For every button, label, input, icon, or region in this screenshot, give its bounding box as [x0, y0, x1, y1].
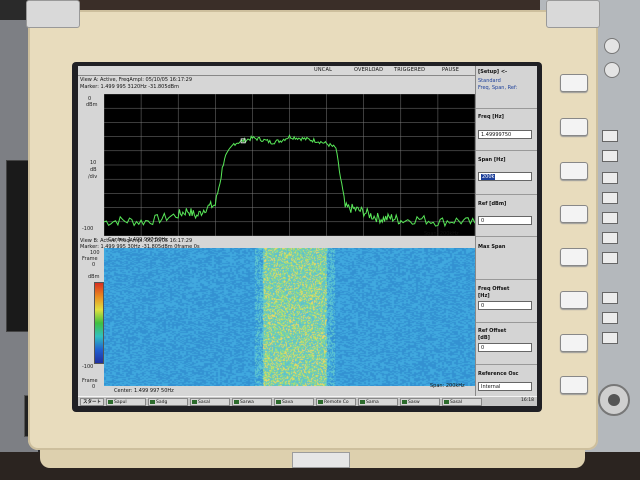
panel-button[interactable]	[602, 312, 618, 324]
taskbar-item-7[interactable]: Sama	[358, 398, 398, 406]
spectro-label-0-bottom: 0	[92, 384, 96, 390]
softkey-1[interactable]	[560, 74, 588, 92]
color-scale-bar	[94, 282, 104, 364]
freq-label: Freq [Hz]	[478, 114, 504, 120]
spectrogram-canvas	[104, 248, 475, 386]
panel-knob-2[interactable]	[604, 62, 620, 78]
spectro-label-dbm: dBm	[88, 274, 100, 280]
softkey-3[interactable]	[560, 162, 588, 180]
setup-subtitle: Freq, Span, Ref:	[478, 85, 518, 91]
taskbar-item-1[interactable]: Sapul	[106, 398, 146, 406]
softkey-5[interactable]	[560, 248, 588, 266]
view-b-span: Span: 200kHz	[430, 383, 465, 389]
view-a-span: Span: 200kHz	[424, 231, 459, 237]
panel-button[interactable]	[602, 150, 618, 162]
softkey-4[interactable]	[560, 205, 588, 223]
status-uncal: UNCAL	[314, 67, 333, 73]
span-label: Span [Hz]	[478, 157, 506, 163]
spectro-label-frame: Frame	[82, 256, 98, 262]
ref-label: Ref [dBm]	[478, 201, 507, 207]
setup-standard: Standard	[478, 78, 501, 84]
analyzer-screen: UNCAL OVERLOAD TRIGGERED PAUSE View A: A…	[78, 66, 537, 406]
panel-button[interactable]	[602, 252, 618, 264]
spectrum-svg	[104, 94, 475, 236]
ref-input[interactable]: 0	[478, 216, 532, 225]
panel-divider	[476, 279, 537, 280]
taskbar: スタート Sapul Sadg Sasal Sarwa Sava Remote …	[78, 396, 537, 406]
photo-stage: UNCAL OVERLOAD TRIGGERED PAUSE View A: A…	[0, 0, 640, 480]
taskbar-item-6[interactable]: Remote Co	[316, 398, 356, 406]
panel-divider	[476, 236, 537, 237]
span-input-value: 200k	[481, 174, 496, 180]
view-a-title: View A: Active, FreqAmpl: 05/10/05 16:17…	[80, 77, 193, 83]
bezel-latch-left	[26, 0, 80, 28]
status-triggered: TRIGGERED	[394, 67, 426, 73]
panel-divider	[476, 364, 537, 365]
spectro-label-0: 0	[92, 262, 96, 268]
spectrum-grid	[104, 94, 475, 236]
max-span-button[interactable]: Max Span	[478, 244, 505, 250]
taskbar-item-9[interactable]: Sasal	[442, 398, 482, 406]
view-b-center: Center: 1.499 997 50Hz	[114, 388, 174, 394]
ref-offset-input[interactable]: 0	[478, 343, 532, 352]
panel-button[interactable]	[602, 232, 618, 244]
spectro-label-neg100: -100	[82, 364, 94, 370]
panel-divider	[476, 108, 537, 109]
taskbar-item-3[interactable]: Sasal	[190, 398, 230, 406]
freq-input[interactable]: 1.49999750	[478, 130, 532, 139]
panel-divider	[476, 194, 537, 195]
setup-header[interactable]: [Setup] <-	[478, 69, 507, 75]
spectrogram-display[interactable]	[104, 248, 475, 386]
taskbar-clock: 16:18	[521, 398, 534, 403]
spectro-label-frame-bottom: Frame	[82, 378, 98, 384]
ref-osc-select[interactable]: Internal	[478, 382, 532, 391]
panel-button[interactable]	[602, 292, 618, 304]
view-a-marker: Marker: 1.499 995 3120Hz -31.805dBm	[80, 84, 179, 90]
rf-input-connector[interactable]	[598, 384, 630, 416]
spectrum-plot[interactable]	[104, 94, 475, 236]
softkey-7[interactable]	[560, 334, 588, 352]
y-label-scale: 10	[90, 160, 97, 166]
status-overload: OVERLOAD	[354, 67, 384, 73]
ref-offset-label: Ref Offset	[478, 328, 507, 334]
freq-offset-input[interactable]: 0	[478, 301, 532, 310]
freq-offset-unit: [Hz]	[478, 293, 490, 299]
softkey-2[interactable]	[560, 118, 588, 136]
softkey-8[interactable]	[560, 376, 588, 394]
panel-button[interactable]	[602, 332, 618, 344]
y-label-div: /div	[88, 174, 98, 180]
bezel-latch-right	[546, 0, 600, 28]
span-input[interactable]: 200k	[478, 172, 532, 181]
settings-panel: [Setup] <- Standard Freq, Span, Ref: Fre…	[475, 66, 537, 406]
panel-divider	[476, 322, 537, 323]
status-bar: UNCAL OVERLOAD TRIGGERED PAUSE	[78, 66, 475, 76]
start-button[interactable]: スタート	[80, 398, 104, 406]
ref-osc-label: Reference Osc	[478, 371, 519, 377]
bezel-release-tab[interactable]	[292, 452, 350, 468]
panel-divider	[476, 150, 537, 151]
taskbar-item-8[interactable]: Sasw	[400, 398, 440, 406]
status-pause: PAUSE	[442, 67, 460, 73]
taskbar-item-4[interactable]: Sarwa	[232, 398, 272, 406]
y-label-bottom: -100	[82, 226, 94, 232]
y-unit-top: dBm	[86, 102, 98, 108]
panel-button[interactable]	[602, 212, 618, 224]
y-label-db: dB	[90, 167, 97, 173]
panel-knob-1[interactable]	[604, 38, 620, 54]
softkey-6[interactable]	[560, 291, 588, 309]
freq-offset-label: Freq Offset	[478, 286, 510, 292]
panel-button[interactable]	[602, 192, 618, 204]
ref-offset-unit: [dB]	[478, 335, 490, 341]
panel-button[interactable]	[602, 172, 618, 184]
panel-button[interactable]	[602, 130, 618, 142]
taskbar-item-5[interactable]: Sava	[274, 398, 314, 406]
taskbar-item-2[interactable]: Sadg	[148, 398, 188, 406]
